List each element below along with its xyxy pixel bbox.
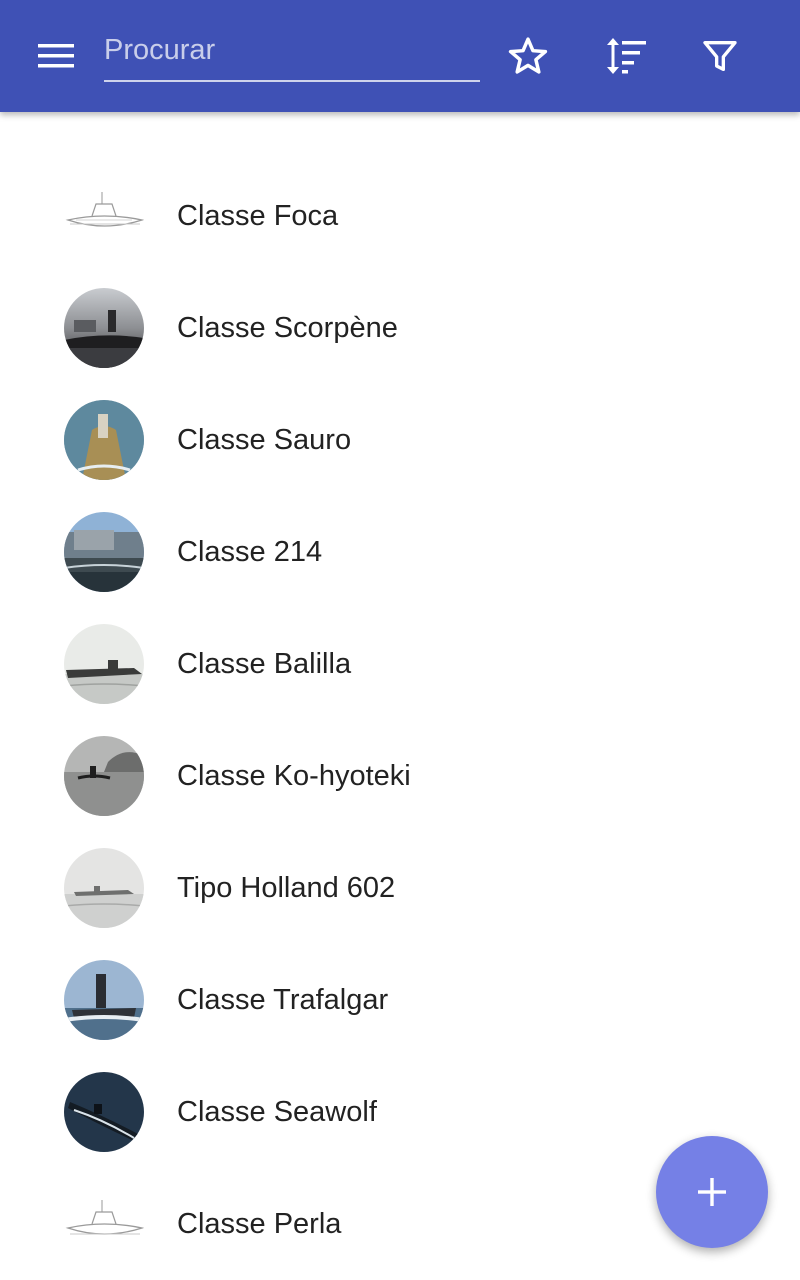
item-thumbnail [64, 1072, 144, 1152]
list-item[interactable]: Classe Balilla [0, 608, 800, 720]
search-field[interactable] [104, 22, 480, 82]
toolbar [0, 0, 800, 112]
menu-icon [38, 44, 74, 68]
add-button[interactable] [656, 1136, 768, 1248]
filter-icon [703, 41, 737, 72]
plus-icon [698, 1178, 726, 1206]
list-item[interactable]: Classe Sauro [0, 384, 800, 496]
item-thumbnail [64, 624, 144, 704]
star-outline-icon [508, 37, 548, 74]
item-label: Classe Trafalgar [177, 984, 389, 1016]
submarine-class-list: Classe Foca Classe Scorpène Classe Sauro… [0, 160, 800, 1280]
list-item[interactable]: Tipo Holland 602 [0, 832, 800, 944]
filter-button[interactable] [692, 28, 748, 84]
list-item[interactable]: Classe 214 [0, 496, 800, 608]
item-label: Classe 214 [177, 536, 323, 568]
item-thumbnail [64, 1184, 144, 1264]
item-label: Classe Balilla [177, 648, 352, 680]
item-thumbnail [64, 288, 144, 368]
item-label: Classe Seawolf [177, 1096, 377, 1128]
item-thumbnail [64, 736, 144, 816]
item-thumbnail [64, 400, 144, 480]
app-screen: Classe Foca [0, 0, 800, 1280]
item-label: Classe Scorpène [177, 312, 398, 344]
list-item[interactable]: Classe Ko-hyoteki [0, 720, 800, 832]
item-label: Classe Perla [177, 1208, 342, 1240]
item-label: Classe Ko-hyoteki [177, 760, 411, 792]
item-label: Classe Sauro [177, 424, 352, 456]
list-item[interactable]: Classe Trafalgar [0, 944, 800, 1056]
favorites-button[interactable] [500, 28, 556, 84]
item-thumbnail [64, 176, 144, 256]
item-thumbnail [64, 848, 144, 928]
item-label: Classe Foca [177, 200, 339, 232]
item-thumbnail [64, 512, 144, 592]
item-thumbnail [64, 960, 144, 1040]
sort-button[interactable] [596, 28, 652, 84]
menu-button[interactable] [28, 28, 84, 84]
list-item[interactable]: Classe Foca [0, 160, 800, 272]
sort-icon [607, 38, 646, 74]
search-input[interactable] [104, 30, 480, 70]
list-item[interactable]: Classe Scorpène [0, 272, 800, 384]
item-label: Tipo Holland 602 [177, 872, 396, 904]
